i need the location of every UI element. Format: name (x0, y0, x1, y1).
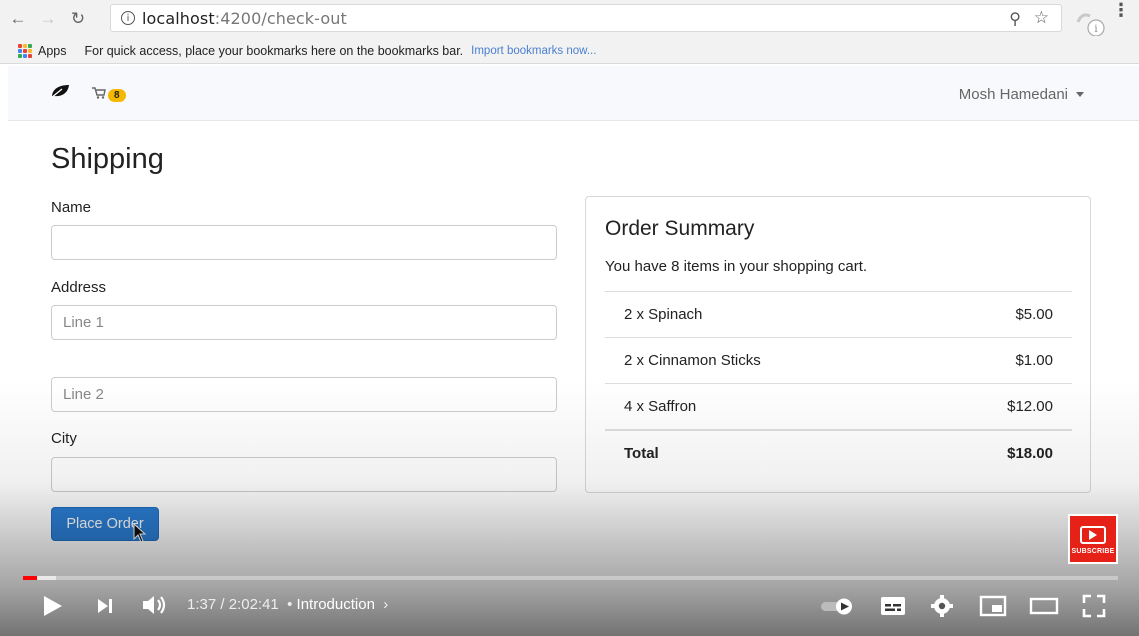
bookmarks-bar: Apps For quick access, place your bookma… (0, 38, 1139, 64)
summary-row: 4 x Saffron $12.00 (605, 383, 1072, 429)
chapter-link[interactable]: Introduction (297, 596, 375, 613)
browser-toolbar: ← → ↻ i localhost:4200/check-out ⚲ ☆ i ⋮ (0, 0, 1139, 38)
address-label: Address (51, 279, 107, 296)
app-navbar: 8 Mosh Hamedani (8, 66, 1139, 121)
video-progress-bar[interactable] (23, 576, 1118, 580)
subtitles-icon[interactable] (880, 595, 906, 617)
forward-icon[interactable]: → (36, 7, 60, 31)
url-host: localhost (142, 8, 215, 28)
import-bookmarks-link[interactable]: Import bookmarks now... (471, 45, 596, 57)
leaf-logo-icon[interactable] (50, 84, 70, 103)
total-value: $18.00 (1007, 444, 1053, 462)
miniplayer-icon[interactable] (979, 595, 1007, 617)
item-label: 2 x Cinnamon Sticks (624, 352, 761, 369)
order-summary-text: You have 8 items in your shopping cart. (605, 258, 868, 275)
address-bar[interactable]: i localhost:4200/check-out ⚲ ☆ (110, 4, 1062, 32)
play-icon[interactable] (40, 594, 64, 618)
cart-count-badge: 8 (108, 88, 126, 102)
current-time: 1:37 (187, 596, 217, 613)
item-label: 4 x Saffron (624, 398, 697, 415)
autoplay-toggle-icon[interactable] (820, 597, 858, 615)
item-price: $12.00 (1007, 398, 1053, 415)
city-label: City (51, 430, 77, 447)
name-label: Name (51, 199, 92, 216)
volume-icon[interactable] (141, 593, 169, 617)
total-label: Total (624, 444, 659, 462)
item-price: $1.00 (1015, 352, 1053, 369)
mouse-cursor-icon (133, 522, 147, 548)
subscribe-label: SUBSCRIBE (1071, 547, 1115, 555)
user-dropdown[interactable]: Mosh Hamedani (959, 86, 1084, 103)
cart-icon (92, 86, 106, 104)
bullet: • (282, 596, 297, 613)
fullscreen-icon[interactable] (1082, 594, 1106, 618)
url-text[interactable]: localhost:4200/check-out (142, 9, 347, 28)
apps-link[interactable]: Apps (38, 44, 67, 58)
name-field[interactable] (51, 225, 557, 260)
summary-total-row: Total $18.00 (605, 429, 1072, 475)
user-name: Mosh Hamedani (958, 86, 1068, 103)
order-summary-card: Order Summary You have 8 items in your s… (585, 196, 1091, 493)
url-path: :4200/check-out (214, 8, 347, 28)
progress-buffered (37, 576, 56, 580)
city-field[interactable] (51, 457, 557, 492)
page-title: Shipping (51, 143, 164, 175)
zoom-icon[interactable]: ⚲ (1009, 9, 1021, 29)
reload-icon[interactable]: ↻ (66, 7, 90, 31)
bookmarks-hint: For quick access, place your bookmarks h… (84, 43, 464, 58)
youtube-play-icon (1080, 525, 1106, 544)
next-icon[interactable] (96, 597, 114, 615)
address-line1-field[interactable] (51, 305, 557, 340)
settings-gear-icon[interactable] (930, 594, 954, 618)
order-summary-table: 2 x Spinach $5.00 2 x Cinnamon Sticks $1… (605, 291, 1072, 475)
item-label: 2 x Spinach (624, 306, 703, 323)
extension-icon[interactable]: i (1070, 8, 1110, 37)
time-separator: / (216, 596, 229, 613)
progress-played (23, 576, 37, 580)
shopping-cart-link[interactable]: 8 (92, 86, 126, 104)
info-icon[interactable]: i (121, 11, 135, 25)
address-line2-field[interactable] (51, 377, 557, 412)
order-summary-title: Order Summary (605, 217, 755, 240)
duration: 2:02:41 (228, 596, 279, 613)
subscribe-watermark[interactable]: SUBSCRIBE (1068, 514, 1118, 564)
theater-mode-icon[interactable] (1029, 595, 1059, 617)
chevron-right-icon[interactable]: › (379, 596, 388, 613)
apps-grid-icon[interactable] (18, 43, 32, 58)
bookmark-star-icon[interactable]: ☆ (1034, 8, 1049, 28)
chrome-menu-icon[interactable]: ⋮ (1112, 1, 1130, 19)
summary-row: 2 x Cinnamon Sticks $1.00 (605, 337, 1072, 383)
caret-down-icon (1076, 92, 1084, 97)
back-icon[interactable]: ← (6, 7, 30, 31)
svg-text:i: i (1094, 24, 1097, 35)
summary-row: 2 x Spinach $5.00 (605, 291, 1072, 337)
time-display: 1:37 / 2:02:41 • Introduction › (187, 596, 388, 613)
item-price: $5.00 (1015, 306, 1053, 323)
